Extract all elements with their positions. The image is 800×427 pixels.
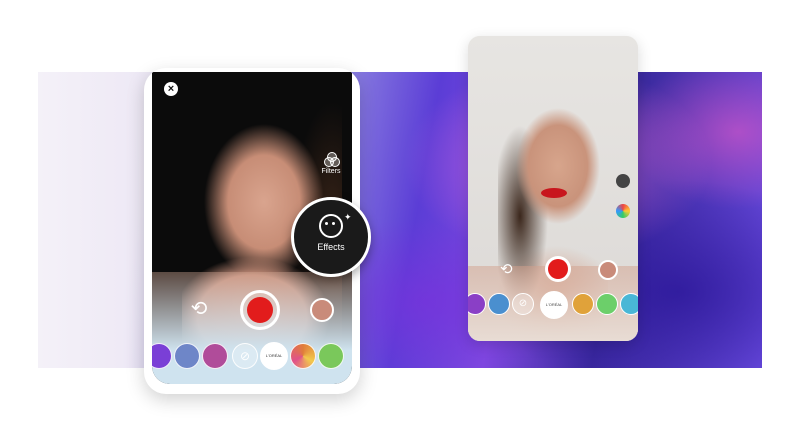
sparkle-icon: ✦ (344, 212, 352, 222)
filters-icon (324, 152, 340, 167)
flip-camera-icon[interactable]: ⟲ (188, 298, 210, 320)
lips-pink-icon[interactable] (202, 343, 228, 369)
filters-button[interactable]: Filters (316, 152, 346, 175)
gallery-thumbnail[interactable] (310, 298, 334, 322)
effects-label: Effects (317, 242, 345, 252)
lips-blue-icon[interactable] (174, 343, 200, 369)
filters-label: Filters (321, 168, 341, 175)
effects-carousel: ⊘ L'ORÉAL (468, 291, 638, 319)
none-icon[interactable]: ⊘ (232, 343, 258, 369)
red-lipstick-effect (541, 188, 567, 198)
lips-red-icon[interactable]: L'ORÉAL (540, 291, 568, 319)
record-dot (247, 297, 273, 323)
record-button[interactable] (240, 290, 280, 330)
banner-fade (38, 72, 158, 368)
record-button[interactable] (545, 256, 571, 282)
effects-face-icon (319, 214, 343, 238)
flip-camera-icon[interactable]: ⟲ (500, 260, 513, 278)
lips-red-icon[interactable]: L'ORÉAL (260, 342, 288, 370)
effects-button-magnified[interactable]: ✦ Effects (291, 197, 371, 277)
effects-icon[interactable] (616, 204, 630, 218)
gallery-thumbnail[interactable] (598, 260, 618, 280)
lips-multicolor-icon[interactable] (290, 343, 316, 369)
close-icon[interactable]: × (164, 82, 178, 96)
lips-purple-icon[interactable] (468, 293, 486, 315)
filters-icon[interactable] (616, 174, 630, 188)
none-icon[interactable]: ⊘ (512, 293, 534, 315)
lips-blue-icon[interactable] (488, 293, 510, 315)
secondary-phone-preview: ⟲ ⊘ L'ORÉAL (468, 36, 638, 341)
lips-rainbow-icon[interactable] (620, 293, 638, 315)
record-dot (548, 259, 568, 279)
lips-green-icon[interactable] (596, 293, 618, 315)
lips-multicolor-icon[interactable] (572, 293, 594, 315)
effects-carousel: ⊘ L'ORÉAL (152, 340, 352, 370)
lips-purple-icon[interactable] (152, 343, 172, 369)
lips-green-icon[interactable] (318, 343, 344, 369)
